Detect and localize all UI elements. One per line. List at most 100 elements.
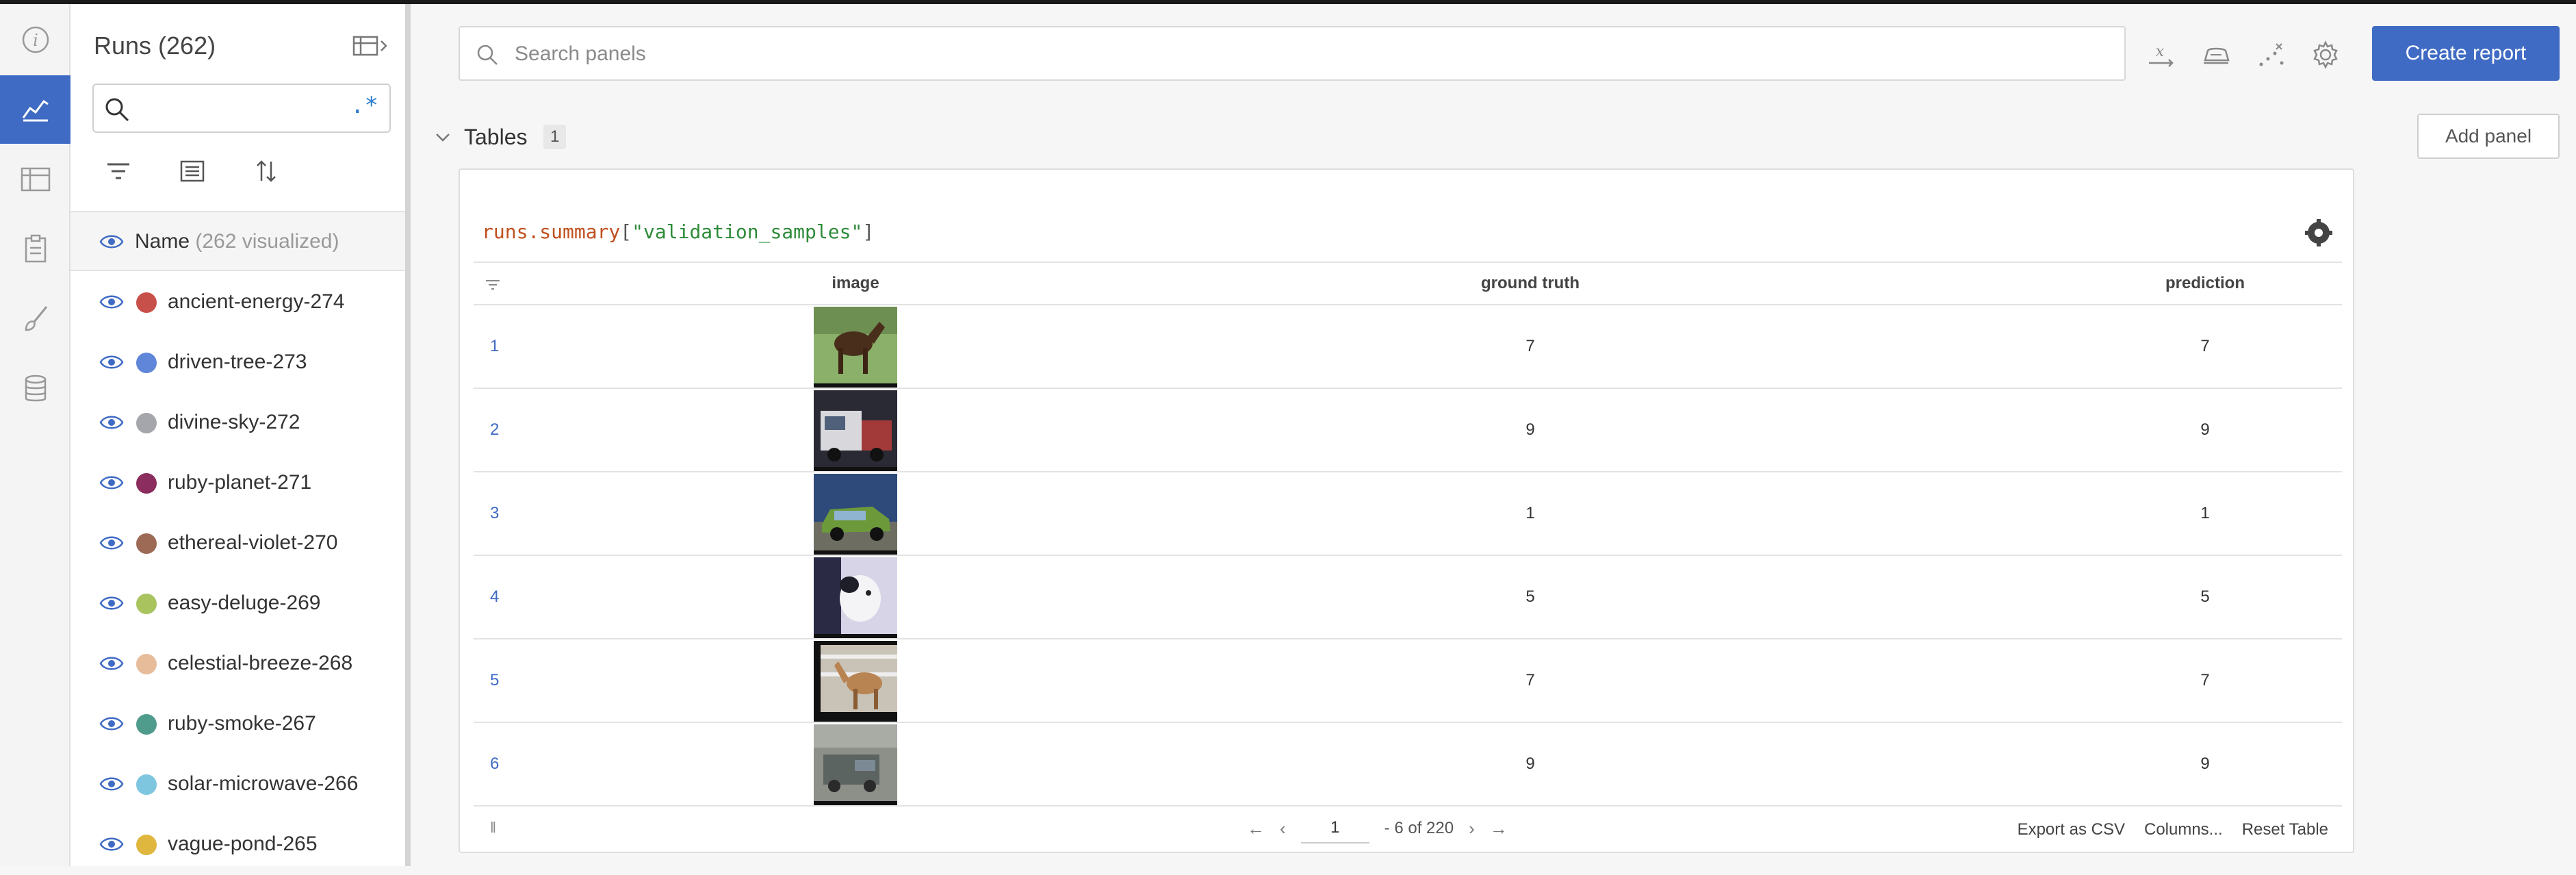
visibility-toggle[interactable] [99, 653, 124, 674]
visibility-toggle[interactable] [99, 774, 124, 794]
run-list-item[interactable]: divine-sky-272 [70, 393, 405, 453]
export-csv-button[interactable]: Export as CSV [2018, 820, 2125, 839]
row-index[interactable]: 6 [490, 754, 499, 774]
reset-table-button[interactable]: Reset Table [2242, 820, 2328, 839]
visibility-toggle[interactable] [99, 352, 124, 372]
eye-icon [99, 596, 124, 610]
column-header-prediction[interactable]: prediction [2165, 274, 2245, 293]
run-list-item[interactable]: driven-tree-273 [70, 333, 405, 393]
filter-button[interactable] [98, 151, 139, 192]
next-page-icon[interactable]: › [1469, 818, 1475, 839]
prev-page-icon[interactable]: ‹ [1280, 818, 1286, 839]
smoothing-button[interactable] [2198, 37, 2234, 73]
regex-toggle[interactable]: .* [350, 92, 378, 119]
filter-icon[interactable] [485, 278, 501, 292]
truck-image[interactable] [814, 390, 897, 471]
run-color-swatch[interactable] [136, 413, 157, 433]
run-name[interactable]: solar-microwave-266 [168, 772, 358, 796]
charts-button[interactable] [0, 75, 70, 144]
reports-button[interactable] [0, 215, 70, 283]
expr-key: runs.summary [482, 220, 621, 243]
truck-image[interactable] [814, 724, 897, 805]
eye-icon [99, 717, 124, 731]
row-index[interactable]: 3 [490, 504, 499, 523]
expand-runs-table-button[interactable] [351, 33, 391, 60]
create-report-button[interactable]: Create report [2372, 26, 2560, 81]
column-resize-icon[interactable]: ‖ [490, 819, 496, 837]
columns-button[interactable]: Columns... [2144, 820, 2223, 839]
horse-image[interactable] [814, 641, 897, 722]
visualized-count: (262 visualized) [195, 230, 339, 253]
eye-icon [99, 235, 124, 249]
horse-image[interactable] [814, 307, 897, 388]
run-list-item[interactable]: celestial-breeze-268 [70, 634, 405, 694]
visibility-toggle[interactable] [99, 292, 124, 312]
run-color-swatch[interactable] [136, 714, 157, 735]
run-name[interactable]: divine-sky-272 [168, 411, 300, 434]
visibility-toggle[interactable] [99, 412, 124, 433]
run-name[interactable]: ruby-smoke-267 [168, 712, 316, 735]
run-color-swatch[interactable] [136, 835, 157, 855]
run-color-swatch[interactable] [136, 353, 157, 373]
run-name[interactable]: vague-pond-265 [168, 833, 318, 856]
first-page-icon[interactable]: ← [1247, 818, 1265, 839]
run-name[interactable]: easy-deluge-269 [168, 592, 321, 615]
run-color-swatch[interactable] [136, 292, 157, 313]
run-list-item[interactable]: solar-microwave-266 [70, 754, 405, 815]
sweeps-button[interactable] [0, 285, 70, 353]
tables-button[interactable] [0, 145, 70, 214]
run-name[interactable]: driven-tree-273 [168, 351, 307, 374]
row-index[interactable]: 4 [490, 587, 499, 607]
last-page-icon[interactable]: → [1490, 818, 1508, 839]
row-index[interactable]: 5 [490, 671, 499, 690]
search-panels-input[interactable] [515, 37, 2089, 71]
visibility-toggle[interactable] [99, 834, 124, 854]
visibility-toggle-all[interactable] [99, 231, 124, 252]
run-name[interactable]: ethereal-violet-270 [168, 531, 337, 555]
run-name[interactable]: celestial-breeze-268 [168, 652, 352, 675]
runs-search-input[interactable]: .* [92, 84, 391, 133]
search-icon [477, 45, 498, 65]
panel-expression[interactable]: runs.summary["validation_samples"] [482, 220, 874, 243]
settings-icon [2313, 40, 2338, 69]
run-list-item[interactable]: ethereal-violet-270 [70, 513, 405, 574]
row-index[interactable]: 2 [490, 420, 499, 440]
search-panels-box[interactable] [459, 26, 2126, 81]
run-color-swatch[interactable] [136, 654, 157, 674]
workspace-settings-button[interactable] [2308, 37, 2343, 73]
info-button[interactable]: i [0, 5, 70, 74]
ground-truth-cell: 5 [1525, 587, 1535, 606]
dog-image[interactable] [814, 557, 897, 638]
page-number-input[interactable] [1300, 813, 1369, 844]
column-header-ground-truth[interactable]: ground truth [1481, 274, 1580, 293]
page-range-text: - 6 of 220 [1384, 819, 1454, 837]
outliers-button[interactable] [2253, 37, 2289, 73]
visibility-toggle[interactable] [99, 713, 124, 734]
run-color-swatch[interactable] [136, 594, 157, 614]
column-header-image[interactable]: image [832, 274, 879, 293]
group-button[interactable] [172, 151, 213, 192]
visibility-toggle[interactable] [99, 593, 124, 613]
sort-button[interactable] [246, 151, 287, 192]
visibility-toggle[interactable] [99, 533, 124, 553]
x-axis-button[interactable]: x [2143, 37, 2179, 73]
panel-settings-icon[interactable] [2305, 219, 2332, 246]
row-index[interactable]: 1 [490, 337, 499, 356]
car-image[interactable] [814, 474, 897, 555]
run-name[interactable]: ruby-planet-271 [168, 471, 311, 494]
run-color-swatch[interactable] [136, 533, 157, 554]
run-color-swatch[interactable] [136, 473, 157, 494]
table-header-row: image ground truth prediction [474, 262, 2342, 305]
database-icon [25, 375, 46, 402]
table-panel: runs.summary["validation_samples"] image… [459, 168, 2354, 853]
artifacts-button[interactable] [0, 355, 70, 423]
run-list-item[interactable]: ruby-smoke-267 [70, 694, 405, 754]
run-list-item[interactable]: easy-deluge-269 [70, 574, 405, 634]
run-color-swatch[interactable] [136, 774, 157, 795]
run-list-item[interactable]: ruby-planet-271 [70, 453, 405, 513]
visibility-toggle[interactable] [99, 472, 124, 493]
add-panel-button[interactable]: Add panel [2417, 114, 2560, 159]
name-column-label: Name (262 visualized) [135, 230, 339, 253]
run-name[interactable]: ancient-energy-274 [168, 290, 345, 314]
run-list-item[interactable]: ancient-energy-274 [70, 272, 405, 333]
